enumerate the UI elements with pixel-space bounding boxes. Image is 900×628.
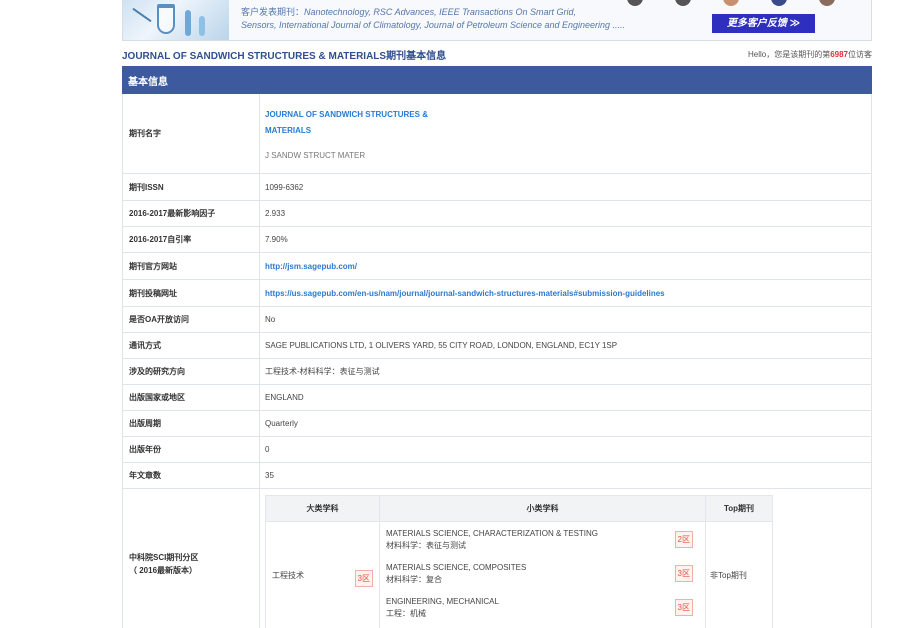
visitor-counter: Hello，您是该期刊的第6987位访客 bbox=[748, 49, 872, 60]
avatar bbox=[771, 0, 787, 6]
test-tube-icon bbox=[185, 10, 191, 36]
minor-zone-badge: 3区 bbox=[674, 599, 693, 616]
table-row: 是否OA开放访问 No bbox=[122, 306, 872, 333]
official-website-link[interactable]: http://jsm.sagepub.com/ bbox=[265, 262, 357, 271]
flask-icon bbox=[157, 4, 175, 34]
journal-abbreviation: J SANDW STRUCT MATER bbox=[265, 151, 366, 160]
list-item: MATERIALS SCIENCE, CHARACTERIZATION & TE… bbox=[380, 522, 705, 556]
open-access-value: No bbox=[259, 306, 872, 333]
banner-line1: Nanotechnology, RSC Advances, IEEE Trans… bbox=[304, 7, 576, 17]
minor-subject-cn: 材料科学：表征与测试 bbox=[386, 541, 466, 550]
year-value: 0 bbox=[259, 436, 872, 463]
articles-value: 35 bbox=[259, 462, 872, 489]
minor-subject-cn: 工程：机械 bbox=[386, 609, 426, 618]
journal-name-cell: JOURNAL OF SANDWICH STRUCTURES & MATERIA… bbox=[259, 93, 872, 174]
visitor-suffix: 位访客 bbox=[848, 50, 872, 59]
minor-subject-en: MATERIALS SCIENCE, CHARACTERIZATION & TE… bbox=[386, 529, 599, 538]
cas-label-line1: 中科院SCI期刊分区 bbox=[129, 553, 199, 562]
visitor-prefix: Hello，您是该期刊的第 bbox=[747, 50, 831, 59]
customer-banner: 客户发表期刊：Nanotechnology, RSC Advances, IEE… bbox=[122, 0, 872, 41]
table-header-spacer bbox=[259, 66, 872, 94]
cas-partition-cell: 大类学科 小类学科 Top期刊 工程技术 3区 MATERIALS SCIENC… bbox=[259, 488, 872, 628]
banner-line2: Sensors, International Journal of Climat… bbox=[241, 20, 626, 30]
col-major-header: 大类学科 bbox=[265, 495, 380, 522]
minor-subject-en: ENGINEERING, MECHANICAL bbox=[386, 597, 499, 606]
minor-zone-badge: 3区 bbox=[674, 565, 693, 582]
major-zone-badge: 3区 bbox=[354, 570, 373, 587]
row-label: 出版国家或地区 bbox=[122, 384, 260, 411]
impact-factor-value: 2.933 bbox=[259, 200, 872, 227]
table-row: 中科院SCI期刊分区 （ 2016最新版本） 大类学科 小类学科 Top期刊 工… bbox=[122, 488, 872, 628]
row-label: 出版年份 bbox=[122, 436, 260, 463]
row-label: 涉及的研究方向 bbox=[122, 358, 260, 385]
journal-name-line1[interactable]: JOURNAL OF SANDWICH STRUCTURES & bbox=[265, 107, 871, 123]
minor-zone-badge: 2区 bbox=[674, 531, 693, 548]
list-item: MATERIALS SCIENCE, COMPOSITES 材料科学：复合 3区 bbox=[380, 556, 705, 590]
table-row: 期刊投稿网址 https://us.sagepub.com/en-us/nam/… bbox=[122, 279, 872, 307]
major-subject: 工程技术 bbox=[272, 571, 304, 580]
table-header: 基本信息 bbox=[122, 66, 260, 94]
test-tube-icon bbox=[199, 16, 205, 36]
page-title: JOURNAL OF SANDWICH STRUCTURES & MATERIA… bbox=[122, 51, 447, 62]
row-label: 是否OA开放访问 bbox=[122, 306, 260, 333]
frequency-value: Quarterly bbox=[259, 410, 872, 437]
table-row: 出版年份 0 bbox=[122, 436, 872, 463]
top-journal-cell: 非Top期刊 bbox=[705, 521, 773, 628]
self-citation-value: 7.90% bbox=[259, 226, 872, 253]
minor-subjects-cell: MATERIALS SCIENCE, CHARACTERIZATION & TE… bbox=[379, 521, 706, 628]
submission-link[interactable]: https://us.sagepub.com/en-us/nam/journal… bbox=[265, 289, 665, 298]
table-row: 通讯方式 SAGE PUBLICATIONS LTD, 1 OLIVERS YA… bbox=[122, 332, 872, 359]
banner-lead: 客户发表期刊： bbox=[241, 7, 305, 17]
cas-data-row: 工程技术 3区 MATERIALS SCIENCE, CHARACTERIZAT… bbox=[265, 521, 773, 628]
more-feedback-button[interactable]: 更多客户反馈 ≫ bbox=[712, 14, 815, 33]
pipette-icon bbox=[132, 7, 152, 23]
table-row: 2016-2017自引率 7.90% bbox=[122, 226, 872, 253]
col-top-header: Top期刊 bbox=[705, 495, 773, 522]
avatar bbox=[819, 0, 835, 6]
minor-subject-cn: 材料科学：复合 bbox=[386, 575, 442, 584]
lab-image bbox=[123, 0, 229, 40]
avatar bbox=[675, 0, 691, 6]
table-header-row: 基本信息 bbox=[122, 66, 872, 94]
row-label: 2016-2017自引率 bbox=[122, 226, 260, 253]
row-label: 期刊名字 bbox=[122, 93, 260, 174]
contact-value: SAGE PUBLICATIONS LTD, 1 OLIVERS YARD, 5… bbox=[259, 332, 872, 359]
research-field-value: 工程技术-材料科学：表征与测试 bbox=[259, 358, 872, 385]
major-subject-cell: 工程技术 3区 bbox=[265, 521, 380, 628]
table-row: 2016-2017最新影响因子 2.933 bbox=[122, 200, 872, 227]
list-item: ENGINEERING, MECHANICAL 工程：机械 3区 bbox=[380, 590, 705, 624]
row-label: 2016-2017最新影响因子 bbox=[122, 200, 260, 227]
avatar bbox=[723, 0, 739, 6]
cas-partition-table: 大类学科 小类学科 Top期刊 工程技术 3区 MATERIALS SCIENC… bbox=[265, 495, 773, 628]
table-row: 出版国家或地区 ENGLAND bbox=[122, 384, 872, 411]
row-label: 中科院SCI期刊分区 （ 2016最新版本） bbox=[122, 488, 260, 628]
cas-label-line2: （ 2016最新版本） bbox=[129, 566, 198, 575]
issn-value: 1099-6362 bbox=[259, 173, 872, 201]
journal-header: JOURNAL OF SANDWICH STRUCTURES & MATERIA… bbox=[122, 47, 872, 63]
country-value: ENGLAND bbox=[259, 384, 872, 411]
table-row: 年文章数 35 bbox=[122, 462, 872, 489]
visitor-count: 6987 bbox=[830, 50, 848, 59]
row-label: 通讯方式 bbox=[122, 332, 260, 359]
row-label: 期刊官方网站 bbox=[122, 252, 260, 280]
row-label: 年文章数 bbox=[122, 462, 260, 489]
table-row: 期刊ISSN 1099-6362 bbox=[122, 173, 872, 201]
table-row: 期刊名字 JOURNAL OF SANDWICH STRUCTURES & MA… bbox=[122, 93, 872, 174]
table-row: 期刊官方网站 http://jsm.sagepub.com/ bbox=[122, 252, 872, 280]
table-row: 涉及的研究方向 工程技术-材料科学：表征与测试 bbox=[122, 358, 872, 385]
col-minor-header: 小类学科 bbox=[379, 495, 706, 522]
minor-subject-en: MATERIALS SCIENCE, COMPOSITES bbox=[386, 563, 527, 572]
row-label: 出版周期 bbox=[122, 410, 260, 437]
table-row: 出版周期 Quarterly bbox=[122, 410, 872, 437]
customer-journals-text: 客户发表期刊：Nanotechnology, RSC Advances, IEE… bbox=[241, 6, 671, 32]
cas-header-row: 大类学科 小类学科 Top期刊 bbox=[265, 495, 773, 522]
row-label: 期刊ISSN bbox=[122, 173, 260, 201]
row-label: 期刊投稿网址 bbox=[122, 279, 260, 307]
journal-info-table: 基本信息 期刊名字 JOURNAL OF SANDWICH STRUCTURES… bbox=[122, 66, 872, 628]
journal-name-line2[interactable]: MATERIALS bbox=[265, 123, 871, 139]
